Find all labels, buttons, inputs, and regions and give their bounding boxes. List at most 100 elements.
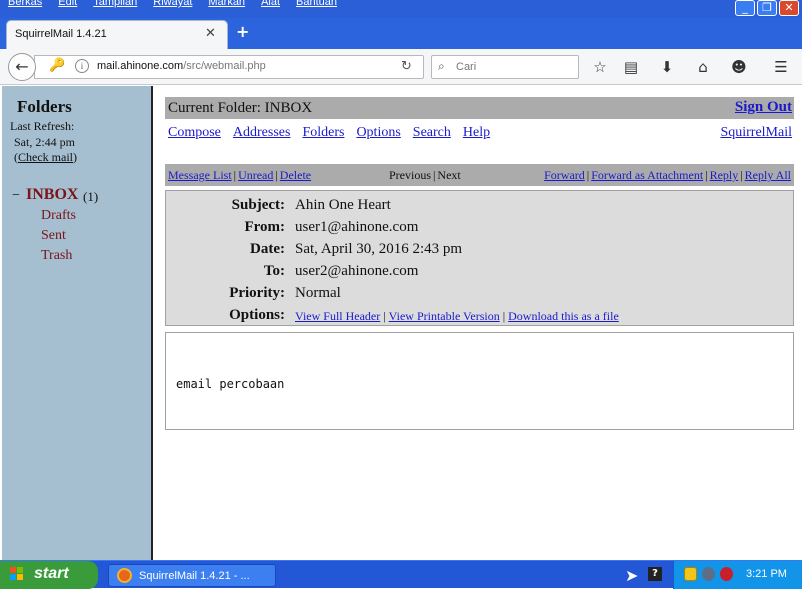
separator: |: [705, 168, 708, 182]
download-icon[interactable]: ⬇: [657, 58, 677, 76]
page-viewport: Folders Last Refresh: Sat, 2:44 pm (Chec…: [0, 86, 802, 560]
collapse-folder-toggle[interactable]: −: [12, 188, 20, 204]
message-body-text: email percobaan: [176, 377, 285, 391]
tab-title: SquirrelMail 1.4.21: [15, 28, 107, 40]
menu-hamburger-icon[interactable]: ☰: [771, 58, 791, 76]
menu-tampilan[interactable]: Tampilan: [93, 0, 137, 8]
bookmark-star-icon[interactable]: ☆: [590, 58, 610, 76]
menu-alat[interactable]: Alat: [261, 0, 280, 8]
reply-group: Forward | Forward as Attachment | Reply | Repl…: [544, 168, 791, 183]
options-link[interactable]: Options: [356, 125, 400, 141]
to-label: To:: [263, 263, 285, 279]
separator: |: [275, 168, 278, 182]
search-link[interactable]: Search: [413, 125, 451, 141]
info-icon[interactable]: i: [75, 59, 89, 73]
options-row: Options: View Full Header | View Printable…: [166, 307, 795, 327]
menu-markah[interactable]: Markah: [208, 0, 245, 8]
tab-squirrelmail[interactable]: SquirrelMail 1.4.21 ✕: [6, 20, 228, 49]
key-icon[interactable]: 🔑: [49, 58, 65, 73]
view-printable-link[interactable]: View Printable Version: [389, 309, 500, 323]
url-bar[interactable]: 🔑 i mail.ahinone.com/src/webmail.php ↻: [34, 55, 424, 79]
priority-value: Normal: [295, 285, 341, 301]
security-shield-icon[interactable]: [684, 567, 697, 581]
window-titlebar: Berkas Edit Tampilan Riwayat Markah Alat…: [0, 0, 802, 18]
current-folder-label: Current Folder:: [168, 100, 261, 116]
unread-link[interactable]: Unread: [238, 168, 273, 182]
folders-link[interactable]: Folders: [302, 125, 344, 141]
main-nav: Compose Addresses Folders Options Search…: [168, 125, 490, 141]
from-row: From: user1@ahinone.com: [166, 219, 795, 239]
last-refresh-time: Sat, 2:44 pm: [14, 135, 76, 149]
separator: |: [586, 168, 590, 182]
minimize-button[interactable]: _: [735, 0, 755, 16]
message-action-bar: Message List | Unread | Delete Previous | Next…: [165, 164, 794, 186]
view-full-header-link[interactable]: View Full Header: [295, 309, 380, 323]
last-refresh-label: Last Refresh:: [10, 119, 75, 133]
url-path: /src/webmail.php: [183, 60, 266, 72]
help-link[interactable]: Help: [463, 125, 490, 141]
menu-riwayat[interactable]: Riwayat: [153, 0, 192, 8]
reading-list-icon[interactable]: ▤: [621, 58, 641, 76]
date-value: Sat, April 30, 2016 2:43 pm: [295, 241, 463, 257]
message-body-box: email percobaan: [165, 332, 794, 430]
from-label: From:: [244, 219, 285, 235]
reply-link[interactable]: Reply: [710, 168, 739, 182]
separator: |: [383, 309, 386, 323]
network-icon[interactable]: [702, 567, 715, 581]
folder-pane: Folders Last Refresh: Sat, 2:44 pm (Chec…: [2, 86, 153, 560]
folders-title: Folders: [17, 97, 72, 116]
maximize-button[interactable]: ❐: [757, 0, 777, 16]
menu-berkas[interactable]: Berkas: [8, 0, 42, 8]
date-label: Date:: [250, 241, 285, 257]
separator: |: [502, 309, 506, 323]
close-window-button[interactable]: ✕: [779, 0, 799, 16]
next-label: Next: [437, 168, 461, 182]
forward-attachment-link[interactable]: Forward as Attachment: [591, 168, 703, 182]
back-button[interactable]: ←: [8, 53, 36, 81]
taskbar-window-label: SquirrelMail 1.4.21 - ...: [139, 570, 250, 582]
reply-all-link[interactable]: Reply All: [745, 168, 791, 182]
url-text[interactable]: mail.ahinone.com/src/webmail.php: [97, 60, 266, 72]
previous-label: Previous: [389, 168, 431, 182]
subject-label: Subject:: [231, 197, 285, 213]
subject-value: Ahin One Heart: [295, 197, 391, 213]
tab-close-icon[interactable]: ✕: [205, 26, 216, 41]
back-arrow-icon: ←: [15, 57, 29, 76]
menu-edit[interactable]: Edit: [58, 0, 77, 8]
compose-link[interactable]: Compose: [168, 125, 221, 141]
folder-inbox[interactable]: INBOX: [26, 186, 78, 204]
squirrelmail-link[interactable]: SquirrelMail: [720, 125, 792, 141]
folder-sent[interactable]: Sent: [41, 228, 66, 244]
system-tray: 3:21 PM: [673, 561, 802, 589]
antivirus-icon[interactable]: [720, 567, 733, 581]
taskbar: start SquirrelMail 1.4.21 - ... ➤ ? 3:21…: [0, 560, 802, 589]
start-button[interactable]: start: [0, 561, 98, 589]
home-icon[interactable]: ⌂: [693, 58, 713, 76]
priority-row: Priority: Normal: [166, 285, 795, 305]
help-icon[interactable]: ?: [648, 567, 662, 581]
message-list-link[interactable]: Message List: [168, 168, 232, 182]
navigation-toolbar: 🔑 i mail.ahinone.com/src/webmail.php ↻ ←…: [0, 49, 802, 85]
forward-link[interactable]: Forward: [544, 168, 585, 182]
folder-trash[interactable]: Trash: [41, 248, 72, 264]
current-folder-name: INBOX: [264, 100, 313, 116]
new-tab-icon[interactable]: +: [236, 22, 249, 41]
clock: 3:21 PM: [746, 568, 787, 580]
smiley-feedback-icon[interactable]: ☻: [729, 58, 749, 76]
delete-link[interactable]: Delete: [280, 168, 311, 182]
download-file-link[interactable]: Download this as a file: [508, 309, 619, 323]
taskbar-firefox-window[interactable]: SquirrelMail 1.4.21 - ...: [108, 564, 276, 587]
search-icon: ⌕: [438, 59, 445, 73]
separator: |: [233, 168, 237, 182]
folder-drafts[interactable]: Drafts: [41, 208, 76, 224]
sign-out-link[interactable]: Sign Out: [735, 99, 792, 116]
current-folder-bar: Current Folder: INBOX Sign Out: [165, 97, 794, 119]
reload-icon[interactable]: ↻: [401, 59, 412, 74]
windows-logo-icon: [10, 567, 23, 580]
url-host: mail.ahinone.com: [97, 60, 184, 72]
date-row: Date: Sat, April 30, 2016 2:43 pm: [166, 241, 795, 261]
menu-bantuan[interactable]: Bantuan: [296, 0, 337, 8]
addresses-link[interactable]: Addresses: [233, 125, 291, 141]
search-box[interactable]: ⌕ Cari: [431, 55, 579, 79]
check-mail-link[interactable]: (Check mail): [14, 150, 77, 165]
